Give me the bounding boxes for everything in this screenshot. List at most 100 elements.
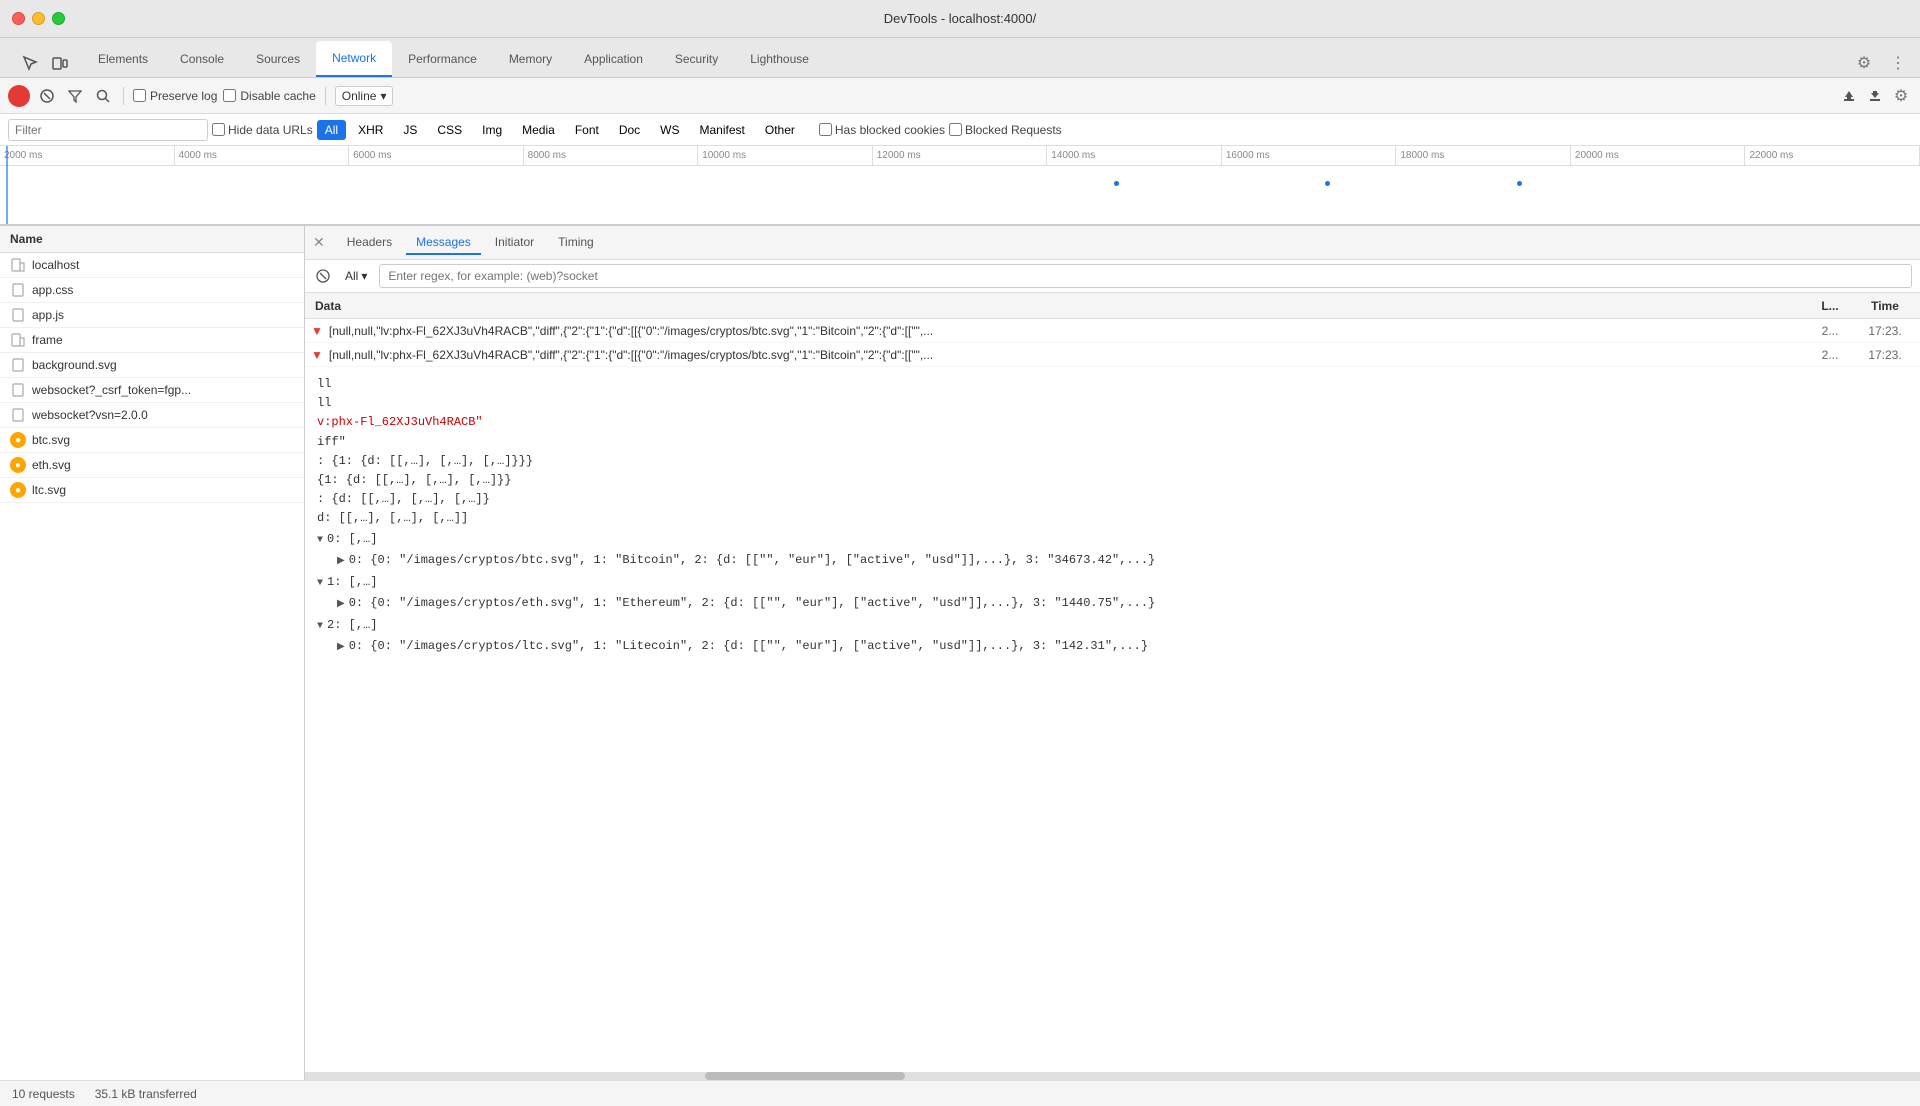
- clear-icon[interactable]: [36, 85, 58, 107]
- device-toolbar-icon[interactable]: [46, 49, 74, 77]
- preserve-log-checkbox[interactable]: Preserve log: [133, 89, 217, 103]
- file-name-app-js: app.js: [32, 308, 64, 322]
- file-row-frame[interactable]: frame: [0, 328, 304, 353]
- blocked-requests-checkbox[interactable]: Blocked Requests: [949, 123, 1062, 137]
- tree-arrow-0[interactable]: ▼: [317, 532, 323, 550]
- file-row-eth-svg[interactable]: ● eth.svg: [0, 453, 304, 478]
- tab-lighthouse[interactable]: Lighthouse: [734, 41, 825, 77]
- msg-line-6: {1: {d: [[,…], [,…], [,…]}}: [305, 471, 1920, 490]
- filter-all-button[interactable]: All: [317, 120, 346, 140]
- settings-icon[interactable]: ⚙: [1850, 49, 1878, 77]
- tick-2000: 2000 ms: [0, 146, 175, 165]
- blocked-requests-input[interactable]: [949, 123, 962, 136]
- tree-arrow-1-0[interactable]: ▶: [337, 596, 345, 614]
- search-icon[interactable]: [92, 85, 114, 107]
- filter-font-button[interactable]: Font: [567, 120, 607, 140]
- import-har-icon[interactable]: [1838, 85, 1860, 107]
- data-table-header: Data L... Time: [305, 293, 1920, 319]
- tab-sources[interactable]: Sources: [240, 41, 316, 77]
- data-row-len-1: 2...: [1810, 348, 1850, 362]
- tree-label-1: 1: [,…]: [327, 572, 377, 594]
- tree-arrow-2-0[interactable]: ▶: [337, 639, 345, 657]
- tab-console[interactable]: Console: [164, 41, 240, 77]
- hide-data-urls-checkbox[interactable]: Hide data URLs: [212, 123, 313, 137]
- disable-cache-checkbox[interactable]: Disable cache: [223, 89, 315, 103]
- disable-cache-input[interactable]: [223, 89, 236, 102]
- filter-doc-button[interactable]: Doc: [611, 120, 648, 140]
- inspect-element-icon[interactable]: [16, 49, 44, 77]
- file-row-background-svg[interactable]: background.svg: [0, 353, 304, 378]
- filter-media-button[interactable]: Media: [514, 120, 563, 140]
- tree-arrow-2[interactable]: ▼: [317, 618, 323, 636]
- filter-img-button[interactable]: Img: [474, 120, 510, 140]
- tab-application[interactable]: Application: [568, 41, 659, 77]
- filter-input[interactable]: [8, 119, 208, 141]
- close-detail-button[interactable]: ✕: [313, 234, 325, 251]
- filter-css-button[interactable]: CSS: [429, 120, 470, 140]
- tree-item-1: ▼ 1: [,…] ▶ 0: {0: "/images/cryptos/eth.…: [305, 572, 1920, 615]
- tree-value-0-0: 0: {0: "/images/cryptos/btc.svg", 1: "Bi…: [349, 550, 1156, 572]
- tab-network[interactable]: Network: [316, 41, 392, 77]
- tick-8000: 8000 ms: [524, 146, 699, 165]
- tab-headers[interactable]: Headers: [337, 231, 402, 255]
- messages-filter-icon[interactable]: [313, 266, 333, 286]
- tree-row-0[interactable]: ▼ 0: [,…]: [317, 529, 1908, 551]
- file-row-websocket-vsn[interactable]: websocket?vsn=2.0.0: [0, 403, 304, 428]
- tree-arrow-0-0[interactable]: ▶: [337, 553, 345, 571]
- network-settings-icon[interactable]: ⚙: [1890, 85, 1912, 107]
- filter-manifest-button[interactable]: Manifest: [692, 120, 753, 140]
- messages-all-dropdown[interactable]: All ▾: [339, 267, 373, 285]
- tab-performance[interactable]: Performance: [392, 41, 493, 77]
- file-row-btc-svg[interactable]: ● btc.svg: [0, 428, 304, 453]
- has-blocked-cookies-checkbox[interactable]: Has blocked cookies: [819, 123, 945, 137]
- tick-10000: 10000 ms: [698, 146, 873, 165]
- horizontal-scrollbar[interactable]: [305, 1072, 1920, 1080]
- tab-memory[interactable]: Memory: [493, 41, 568, 77]
- filter-icon[interactable]: [64, 85, 86, 107]
- has-blocked-cookies-input[interactable]: [819, 123, 832, 136]
- tab-timing[interactable]: Timing: [548, 231, 604, 255]
- file-icon-frame: [10, 332, 26, 348]
- file-row-ltc-svg[interactable]: ● ltc.svg: [0, 478, 304, 503]
- tree-value-1-0: 0: {0: "/images/cryptos/eth.svg", 1: "Et…: [349, 593, 1156, 615]
- close-window-button[interactable]: [12, 12, 25, 25]
- file-row-websocket-csrf[interactable]: websocket?_csrf_token=fgp...: [0, 378, 304, 403]
- minimize-window-button[interactable]: [32, 12, 45, 25]
- data-row-len-0: 2...: [1810, 324, 1850, 338]
- msg-line-8: d: [[,…], [,…], [,…]]: [305, 509, 1920, 528]
- title-bar: DevTools - localhost:4000/: [0, 0, 1920, 38]
- tree-row-1-0[interactable]: ▶ 0: {0: "/images/cryptos/eth.svg", 1: "…: [337, 593, 1908, 615]
- hide-data-urls-input[interactable]: [212, 123, 225, 136]
- tab-elements[interactable]: Elements: [82, 41, 164, 77]
- messages-filter-input[interactable]: [379, 264, 1912, 288]
- filter-ws-button[interactable]: WS: [652, 120, 687, 140]
- data-row-1[interactable]: ▼ [null,null,"lv:phx-Fl_62XJ3uVh4RACB","…: [305, 343, 1920, 367]
- data-row-0[interactable]: ▼ [null,null,"lv:phx-Fl_62XJ3uVh4RACB","…: [305, 319, 1920, 343]
- throttle-selector[interactable]: Online ▾: [335, 86, 394, 106]
- maximize-window-button[interactable]: [52, 12, 65, 25]
- filter-xhr-button[interactable]: XHR: [350, 120, 391, 140]
- filter-js-button[interactable]: JS: [395, 120, 425, 140]
- filter-other-button[interactable]: Other: [757, 120, 803, 140]
- file-row-app-css[interactable]: app.css: [0, 278, 304, 303]
- tree-row-2-0[interactable]: ▶ 0: {0: "/images/cryptos/ltc.svg", 1: "…: [337, 636, 1908, 658]
- requests-count: 10 requests: [12, 1087, 75, 1101]
- tree-row-1[interactable]: ▼ 1: [,…]: [317, 572, 1908, 594]
- messages-toolbar: All ▾: [305, 260, 1920, 293]
- file-row-localhost[interactable]: localhost: [0, 253, 304, 278]
- tree-arrow-1[interactable]: ▼: [317, 575, 323, 593]
- tree-row-0-0[interactable]: ▶ 0: {0: "/images/cryptos/btc.svg", 1: "…: [337, 550, 1908, 572]
- tree-row-2[interactable]: ▼ 2: [,…]: [317, 615, 1908, 637]
- tab-messages[interactable]: Messages: [406, 231, 481, 255]
- more-options-icon[interactable]: ⋮: [1884, 49, 1912, 77]
- file-row-app-js[interactable]: app.js: [0, 303, 304, 328]
- scrollbar-thumb[interactable]: [705, 1072, 905, 1080]
- tab-initiator[interactable]: Initiator: [485, 231, 544, 255]
- record-button[interactable]: [8, 85, 30, 107]
- export-har-icon[interactable]: [1864, 85, 1886, 107]
- tab-security[interactable]: Security: [659, 41, 734, 77]
- preserve-log-input[interactable]: [133, 89, 146, 102]
- name-column-header: Name: [0, 226, 304, 253]
- status-bar: 10 requests 35.1 kB transferred: [0, 1080, 1920, 1106]
- tree-item-2-child: ▶ 0: {0: "/images/cryptos/ltc.svg", 1: "…: [317, 636, 1908, 658]
